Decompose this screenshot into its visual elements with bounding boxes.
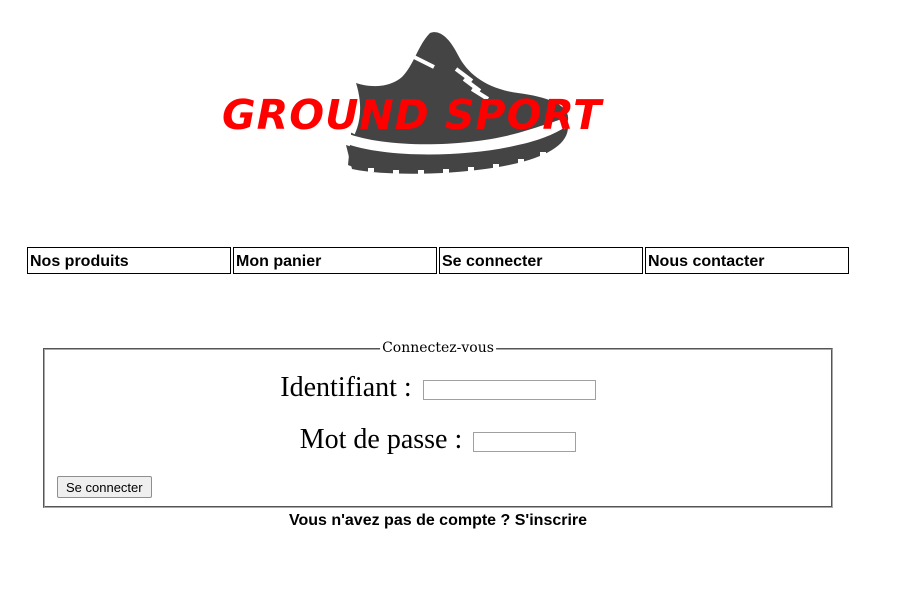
password-row: Mot de passe :: [45, 424, 831, 456]
register-link[interactable]: S'inscrire: [515, 512, 587, 529]
logo[interactable]: GROUND SPORT: [218, 25, 658, 195]
login-legend: Connectez-vous: [380, 339, 496, 357]
password-label: Mot de passe :: [299, 424, 463, 455]
username-row: Identifiant :: [45, 372, 831, 404]
register-prompt: Vous n'avez pas de compte ?: [288, 512, 511, 529]
username-input[interactable]: [422, 379, 596, 400]
nav-item-products[interactable]: Nos produits: [27, 247, 231, 274]
main-nav: Nos produits Mon panier Se connecter Nou…: [27, 247, 851, 274]
username-label: Identifiant :: [280, 372, 412, 403]
page: GROUND SPORT Nos produits Mon panier Se …: [0, 0, 907, 607]
login-form: Connectez-vous Identifiant : Mot de pass…: [43, 339, 833, 508]
password-input[interactable]: [473, 431, 577, 452]
nav-item-login[interactable]: Se connecter: [439, 247, 643, 274]
login-submit-button[interactable]: Se connecter: [57, 476, 152, 498]
nav-item-cart[interactable]: Mon panier: [233, 247, 437, 274]
brand-name: GROUND SPORT: [222, 91, 603, 139]
nav-item-contact[interactable]: Nous contacter: [645, 247, 849, 274]
register-line: Vous n'avez pas de compte ? S'inscrire: [0, 512, 876, 530]
